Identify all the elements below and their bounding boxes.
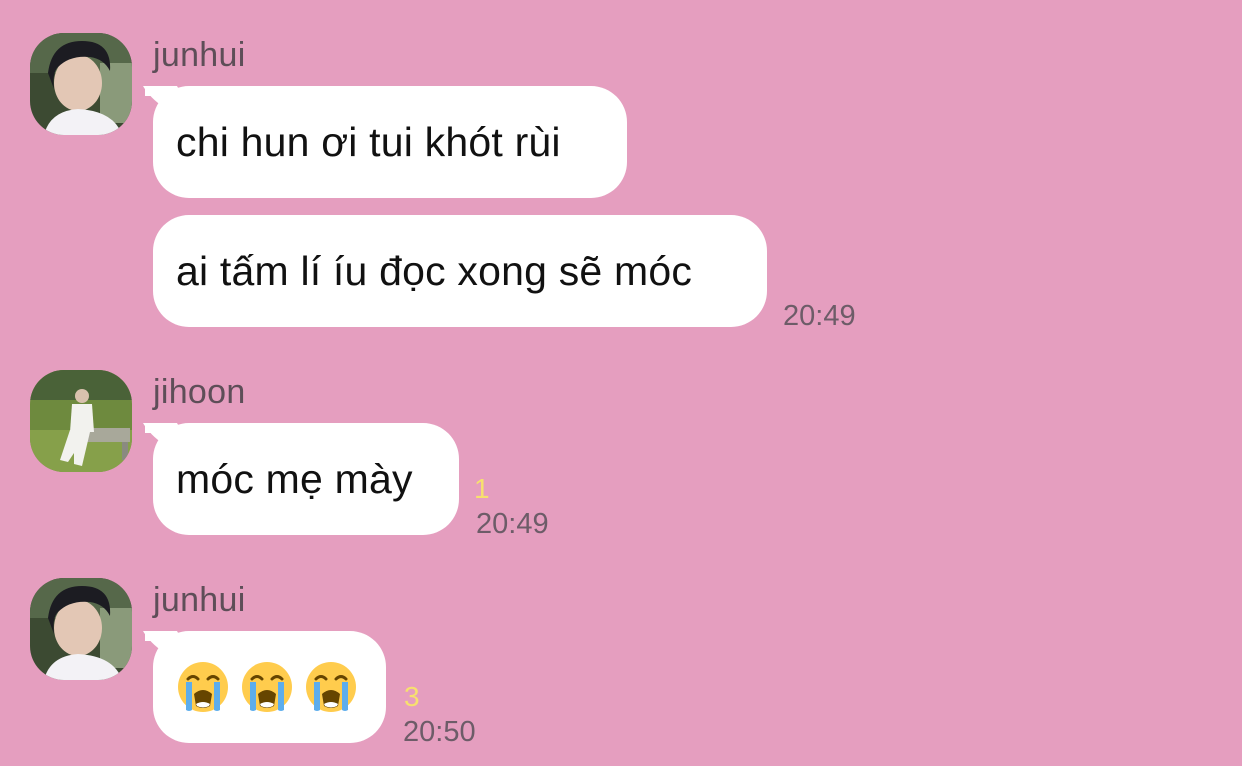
- sender-name: jihoon: [153, 373, 246, 411]
- message-timestamp: 20:50: [403, 716, 476, 748]
- message-bubble[interactable]: ai tấm lí íu đọc xong sẽ móc: [153, 215, 767, 327]
- emoji-row: [176, 660, 358, 714]
- message-text: chi hun ơi tui khót rùi: [176, 118, 561, 165]
- loudly-crying-face-icon: [242, 662, 292, 712]
- message-timestamp: 20:49: [476, 508, 549, 540]
- chat-area: junhui chi hun ơi tui khót rùi ai tấm lí…: [0, 0, 1242, 766]
- unread-count: 1: [474, 473, 490, 504]
- avatar-junhui[interactable]: [30, 578, 132, 680]
- message-timestamp: 20:49: [783, 300, 856, 332]
- unread-count: 3: [404, 681, 420, 712]
- message-bubble[interactable]: [145, 631, 386, 743]
- loudly-crying-face-icon: [178, 662, 228, 712]
- sender-name: junhui: [153, 36, 246, 74]
- avatar-junhui[interactable]: [30, 33, 132, 135]
- message-text: móc mẹ mày: [176, 455, 413, 502]
- avatar-jihoon[interactable]: [30, 370, 132, 472]
- profile-photo-junhui: [30, 33, 132, 135]
- loudly-crying-face-icon: [306, 662, 356, 712]
- profile-photo-junhui: [30, 578, 132, 680]
- message-bubble[interactable]: móc mẹ mày: [145, 423, 459, 535]
- message-text: ai tấm lí íu đọc xong sẽ móc: [176, 247, 693, 294]
- profile-photo-jihoon: [30, 370, 132, 472]
- sender-name: junhui: [153, 581, 246, 619]
- message-bubble[interactable]: chi hun ơi tui khót rùi: [145, 86, 627, 198]
